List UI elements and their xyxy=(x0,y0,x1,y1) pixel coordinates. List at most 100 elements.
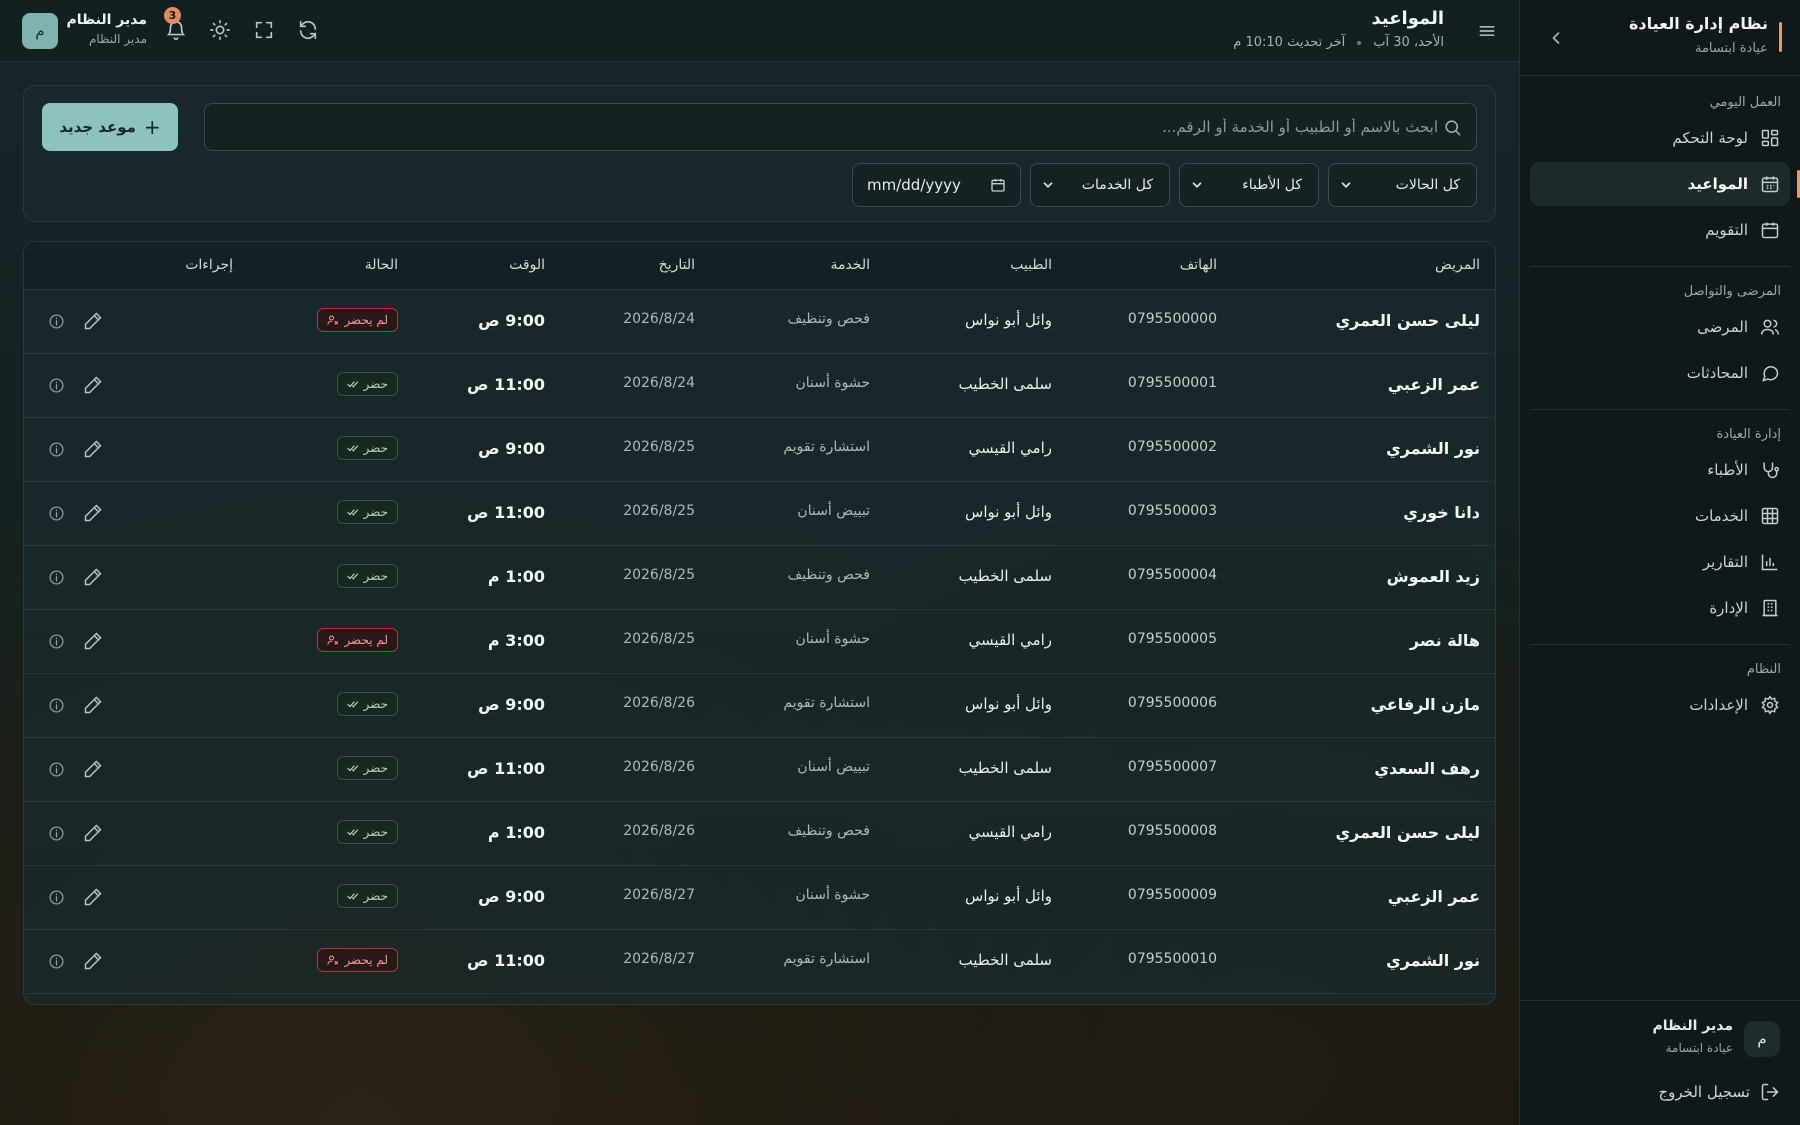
new-appointment-button[interactable]: + موعد جديد xyxy=(42,103,178,151)
info-icon[interactable] xyxy=(48,633,65,650)
status-filter[interactable]: كل الحالات xyxy=(1328,163,1477,207)
sidebar-item-services[interactable]: الخدمات xyxy=(1530,494,1790,538)
info-icon[interactable] xyxy=(48,505,65,522)
calendar-icon xyxy=(991,179,1005,192)
user-name: مدير النظام xyxy=(66,12,147,28)
pencil-icon[interactable] xyxy=(83,375,103,395)
pencil-icon[interactable] xyxy=(83,503,103,523)
header-user[interactable]: م مدير النظام مدير النظام xyxy=(22,12,147,50)
check-double-icon xyxy=(346,570,359,582)
pencil-icon[interactable] xyxy=(83,887,103,907)
column-header-phone[interactable]: الهاتف xyxy=(1180,257,1217,273)
chat-icon xyxy=(1762,366,1779,382)
column-header-doctor[interactable]: الطبيب xyxy=(1010,257,1052,273)
appointment-time: 11:00 ص xyxy=(466,759,545,778)
patient-name[interactable]: دانا خوري xyxy=(1403,503,1480,522)
users-icon xyxy=(1760,319,1780,335)
service-filter[interactable]: كل الخدمات xyxy=(1030,163,1170,207)
sidebar-item-appointments[interactable]: المواعيد xyxy=(1530,162,1800,206)
pencil-icon[interactable] xyxy=(83,631,103,651)
table-row[interactable]: نور الشمري 0795500010 سلمى الخطيب استشارة ت… xyxy=(24,930,1495,994)
info-icon[interactable] xyxy=(48,569,65,586)
patient-name[interactable]: ليلى حسن العمري xyxy=(1336,823,1480,842)
sidebar-item-settings[interactable]: الإعدادات xyxy=(1530,683,1790,727)
patient-name[interactable]: رهف السعدي xyxy=(1374,759,1480,778)
pencil-icon[interactable] xyxy=(83,311,103,331)
info-icon[interactable] xyxy=(48,697,65,714)
doctor-filter[interactable]: كل الأطباء xyxy=(1179,163,1319,207)
status-label: حضر xyxy=(363,569,388,583)
info-icon[interactable] xyxy=(48,889,65,906)
sidebar: نظام إدارة العيادة عيادة ابتسامة العمل ا… xyxy=(1519,0,1800,1125)
date-filter[interactable]: mm/dd/yyyy xyxy=(852,163,1021,207)
status-badge: لم يحضر xyxy=(317,308,398,332)
info-icon[interactable] xyxy=(48,825,65,842)
table-row[interactable]: نور الشمري 0795500002 رامي القيسي استشارة ت… xyxy=(24,418,1495,482)
search-input[interactable] xyxy=(217,104,1438,150)
info-icon[interactable] xyxy=(48,953,65,970)
brand-accent-bar xyxy=(1779,22,1782,52)
sidebar-item-patients[interactable]: المرضى xyxy=(1530,305,1790,349)
pencil-icon[interactable] xyxy=(83,695,103,715)
patient-name[interactable]: نور الشمري xyxy=(1386,439,1480,458)
info-icon[interactable] xyxy=(48,377,65,394)
theme-toggle[interactable] xyxy=(209,19,231,41)
plus-icon: + xyxy=(143,115,161,139)
column-header-time[interactable]: الوقت xyxy=(509,257,545,273)
header-actions: 3 xyxy=(164,7,319,41)
service-name: حشوة أسنان xyxy=(795,631,870,647)
sidebar-user[interactable]: م مدير النظام عيادة ابتسامة xyxy=(1520,1000,1800,1062)
status-label: حضر xyxy=(363,825,388,839)
check-double-icon xyxy=(346,698,359,710)
patient-name[interactable]: هالة نصر xyxy=(1410,631,1480,650)
appointment-time: 11:00 ص xyxy=(466,503,545,522)
sidebar-item-calendar[interactable]: التقويم xyxy=(1530,208,1790,252)
patient-name[interactable]: نور الشمري xyxy=(1386,951,1480,970)
column-header-status[interactable]: الحالة xyxy=(365,257,398,273)
page-meta: الأحد، 30 آب آخر تحديث 10:10 م xyxy=(1233,35,1444,50)
status-cell: حضر xyxy=(336,500,398,524)
column-header-patient[interactable]: المريض xyxy=(1435,257,1480,273)
pencil-icon[interactable] xyxy=(83,759,103,779)
table-row[interactable]: ليلى حسن العمري 0795500000 وائل أبو نواس فح… xyxy=(24,290,1495,354)
sidebar-item-chats[interactable]: المحادثات xyxy=(1530,351,1790,395)
info-icon[interactable] xyxy=(48,441,65,458)
table-row[interactable]: عمر الزعبي 0795500009 وائل أبو نواس حشوة أس… xyxy=(24,866,1495,930)
info-icon[interactable] xyxy=(48,761,65,778)
table-row[interactable]: رهف السعدي 0795500007 سلمى الخطيب تبييض أسن… xyxy=(24,738,1495,802)
patient-name[interactable]: عمر الزعبي xyxy=(1388,375,1480,394)
patient-name[interactable]: عمر الزعبي xyxy=(1388,887,1480,906)
search-box[interactable] xyxy=(204,103,1477,151)
table-row[interactable]: مازن الرفاعي 0795500006 وائل أبو نواس استشا… xyxy=(24,674,1495,738)
patient-name[interactable]: زيد العموش xyxy=(1387,567,1480,586)
table-row[interactable]: زيد العموش 0795500004 سلمى الخطيب فحص وتنظي… xyxy=(24,546,1495,610)
service-name: حشوة أسنان xyxy=(795,887,870,903)
column-header-date[interactable]: التاريخ xyxy=(659,257,695,273)
column-header-service[interactable]: الخدمة xyxy=(830,257,870,273)
table-row[interactable]: دانا خوري 0795500003 وائل أبو نواس تبييض أس… xyxy=(24,482,1495,546)
table-row[interactable]: ليلى حسن العمري 0795500008 رامي القيسي فحص … xyxy=(24,802,1495,866)
sidebar-item-admin[interactable]: الإدارة xyxy=(1530,586,1790,630)
pencil-icon[interactable] xyxy=(83,567,103,587)
table-row[interactable]: هالة نصر 0795500005 رامي القيسي حشوة أسنان 2… xyxy=(24,610,1495,674)
pencil-icon[interactable] xyxy=(83,823,103,843)
patient-name[interactable]: ليلى حسن العمري xyxy=(1336,311,1480,330)
refresh-button[interactable] xyxy=(297,19,319,41)
notifications-button[interactable]: 3 xyxy=(164,7,187,41)
status-filter-value: كل الحالات xyxy=(1395,177,1460,193)
table-row[interactable]: عمر الزعبي 0795500001 سلمى الخطيب حشوة أسنا… xyxy=(24,354,1495,418)
fullscreen-button[interactable] xyxy=(253,19,275,41)
sidebar-item-doctors[interactable]: الأطباء xyxy=(1530,448,1790,492)
pencil-icon[interactable] xyxy=(83,439,103,459)
sidebar-item-dashboard[interactable]: لوحة التحكم xyxy=(1530,116,1790,160)
sidebar-item-reports[interactable]: التقارير xyxy=(1530,540,1790,584)
patient-name[interactable]: مازن الرفاعي xyxy=(1371,695,1480,714)
hamburger-icon[interactable] xyxy=(1477,21,1497,41)
pencil-icon[interactable] xyxy=(83,951,103,971)
logout-button[interactable]: تسجيل الخروج xyxy=(1540,1077,1780,1107)
status-cell: لم يحضر xyxy=(317,628,398,652)
chevron-left-icon[interactable] xyxy=(1546,28,1566,48)
service-name: استشارة تقويم xyxy=(783,695,870,711)
status-cell: حضر xyxy=(336,692,398,716)
info-icon[interactable] xyxy=(48,313,65,330)
